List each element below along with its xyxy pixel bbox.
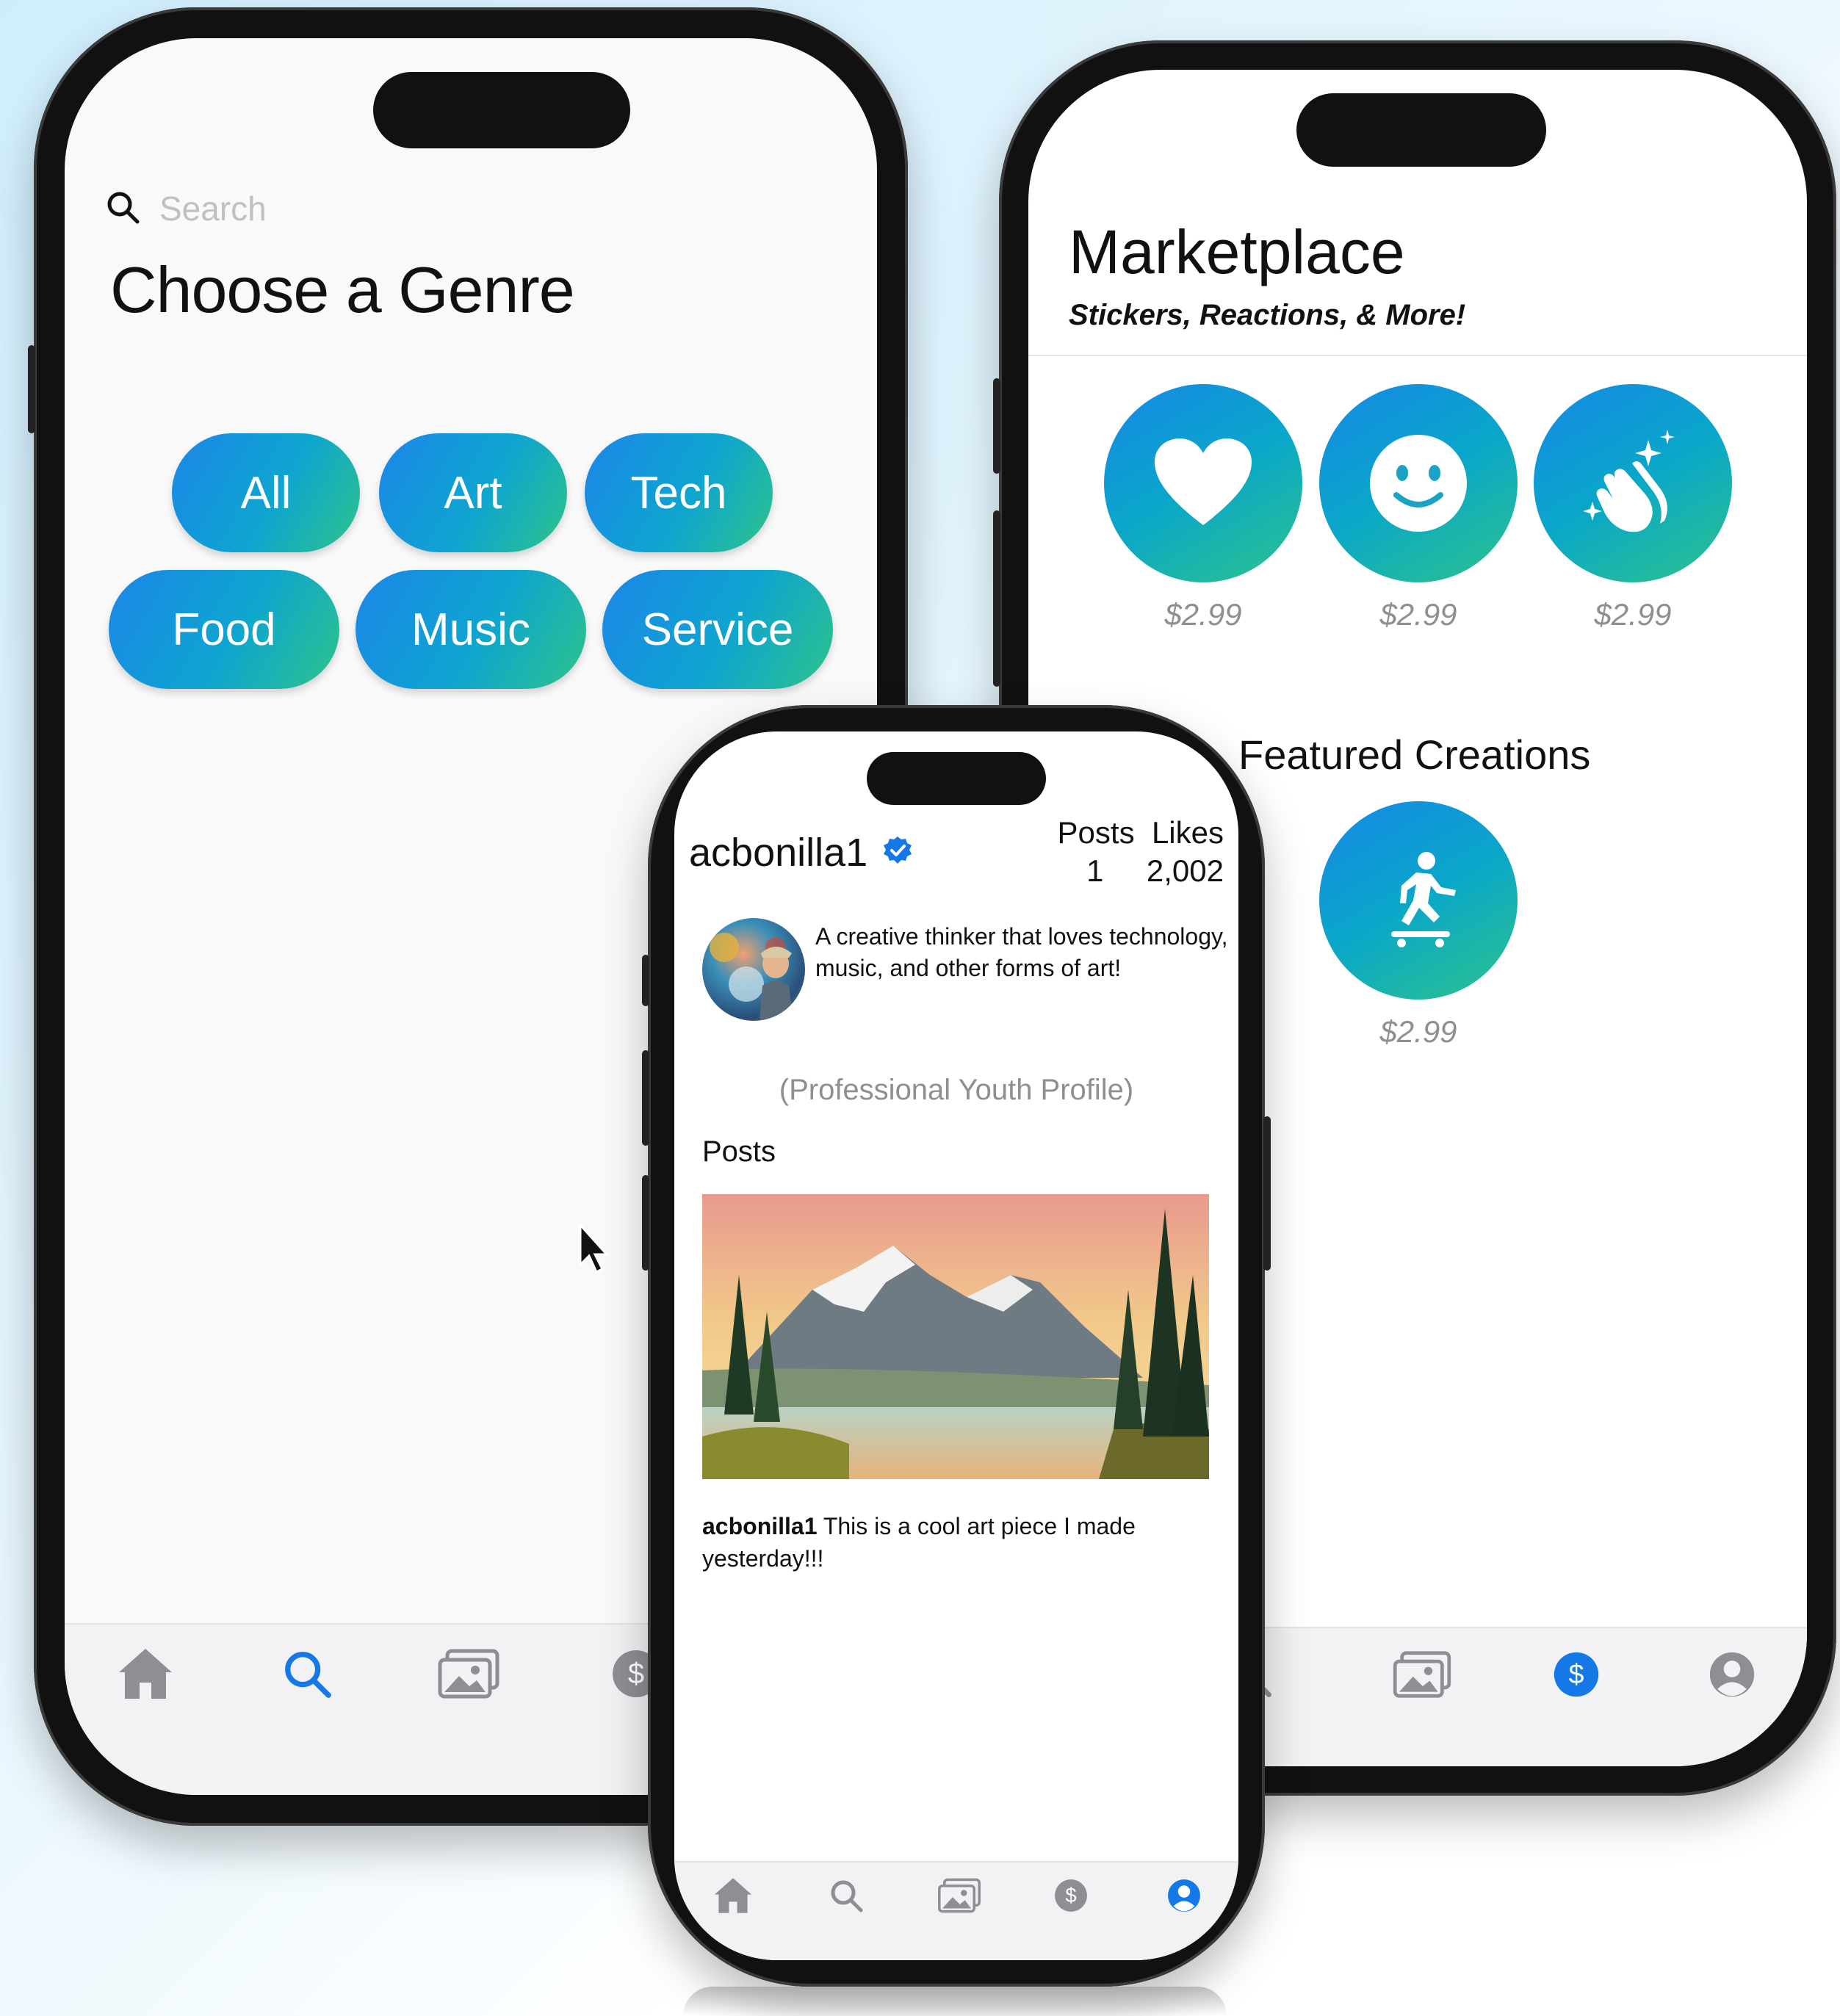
genre-pill-music[interactable]: Music — [356, 570, 586, 689]
side-button — [642, 1175, 649, 1271]
gallery-icon[interactable] — [930, 1870, 989, 1921]
side-button — [993, 510, 1000, 687]
likes-label: Likes — [1151, 815, 1224, 850]
side-button — [28, 345, 35, 433]
profile-screen: acbonilla1 Posts Likes 1 2,002 A creativ… — [674, 731, 1238, 1960]
post-image[interactable] — [702, 1194, 1209, 1479]
svg-text:$: $ — [1569, 1658, 1584, 1689]
side-button — [1263, 1116, 1271, 1271]
side-button — [993, 378, 1000, 474]
svg-text:$: $ — [628, 1658, 644, 1690]
item-price: $2.99 — [1594, 597, 1672, 632]
profile-icon[interactable] — [1695, 1641, 1769, 1708]
item-price: $2.99 — [1379, 597, 1457, 632]
gallery-icon[interactable] — [432, 1641, 505, 1707]
marketplace-item-clap[interactable] — [1534, 384, 1732, 582]
profile-type: (Professional Youth Profile) — [779, 1074, 1134, 1106]
genre-pill-tech[interactable]: Tech — [585, 433, 773, 552]
home-icon[interactable] — [704, 1870, 762, 1921]
posts-count: 1 — [1086, 853, 1104, 888]
marketplace-item-smiley[interactable] — [1319, 384, 1518, 582]
verified-badge-icon — [882, 830, 913, 875]
posts-heading: Posts — [702, 1135, 776, 1168]
genre-pill-food[interactable]: Food — [109, 570, 339, 689]
reflection — [683, 1987, 1227, 2016]
post-caption: acbonilla1 This is a cool art piece I ma… — [702, 1510, 1209, 1575]
side-button — [642, 1050, 649, 1146]
tab-bar: $ — [674, 1861, 1238, 1960]
profile-username: acbonilla1 — [689, 830, 913, 875]
item-price: $2.99 — [1379, 1014, 1457, 1049]
avatar[interactable] — [702, 918, 805, 1021]
clapping-hands-icon — [1583, 430, 1675, 532]
genre-pill-art[interactable]: Art — [379, 433, 567, 552]
genre-pill-service[interactable]: Service — [602, 570, 833, 689]
dynamic-island — [867, 752, 1046, 805]
page-title: Choose a Genre — [110, 253, 575, 326]
likes-count: 2,002 — [1146, 853, 1224, 888]
dynamic-island — [373, 72, 630, 148]
search-bar[interactable]: Search — [105, 189, 267, 228]
page-subtitle: Stickers, Reactions, & More! — [1069, 299, 1466, 331]
search-icon — [105, 189, 140, 228]
genre-pill-all[interactable]: All — [172, 433, 360, 552]
search-icon[interactable] — [270, 1641, 344, 1707]
mouse-cursor-icon — [577, 1222, 613, 1280]
divider — [1028, 355, 1807, 356]
profile-stats: Posts Likes 1 2,002 — [1058, 814, 1224, 890]
dollar-icon[interactable]: $ — [1042, 1870, 1100, 1921]
svg-text:$: $ — [1065, 1884, 1076, 1907]
phone-profile: acbonilla1 Posts Likes 1 2,002 A creativ… — [642, 705, 1271, 1987]
page-title: Marketplace — [1069, 217, 1405, 286]
username-text: acbonilla1 — [689, 831, 868, 875]
search-icon[interactable] — [817, 1870, 876, 1921]
item-price: $2.99 — [1164, 597, 1242, 632]
skateboarder-icon — [1391, 852, 1456, 947]
smiley-icon — [1370, 435, 1467, 532]
dynamic-island — [1296, 93, 1546, 167]
marketplace-item-heart[interactable] — [1104, 384, 1302, 582]
dollar-icon[interactable]: $ — [1540, 1641, 1613, 1708]
heart-icon — [1155, 438, 1252, 525]
post-author[interactable]: acbonilla1 — [702, 1513, 818, 1539]
side-button — [642, 955, 649, 1006]
featured-item-skateboarder[interactable] — [1319, 801, 1518, 1000]
profile-bio: A creative thinker that loves technology… — [815, 923, 1228, 981]
profile-icon[interactable] — [1155, 1870, 1213, 1921]
gallery-icon[interactable] — [1385, 1641, 1459, 1708]
home-icon[interactable] — [109, 1641, 182, 1707]
search-input[interactable]: Search — [159, 189, 267, 228]
posts-label: Posts — [1057, 815, 1135, 850]
featured-heading: Featured Creations — [1238, 731, 1591, 778]
